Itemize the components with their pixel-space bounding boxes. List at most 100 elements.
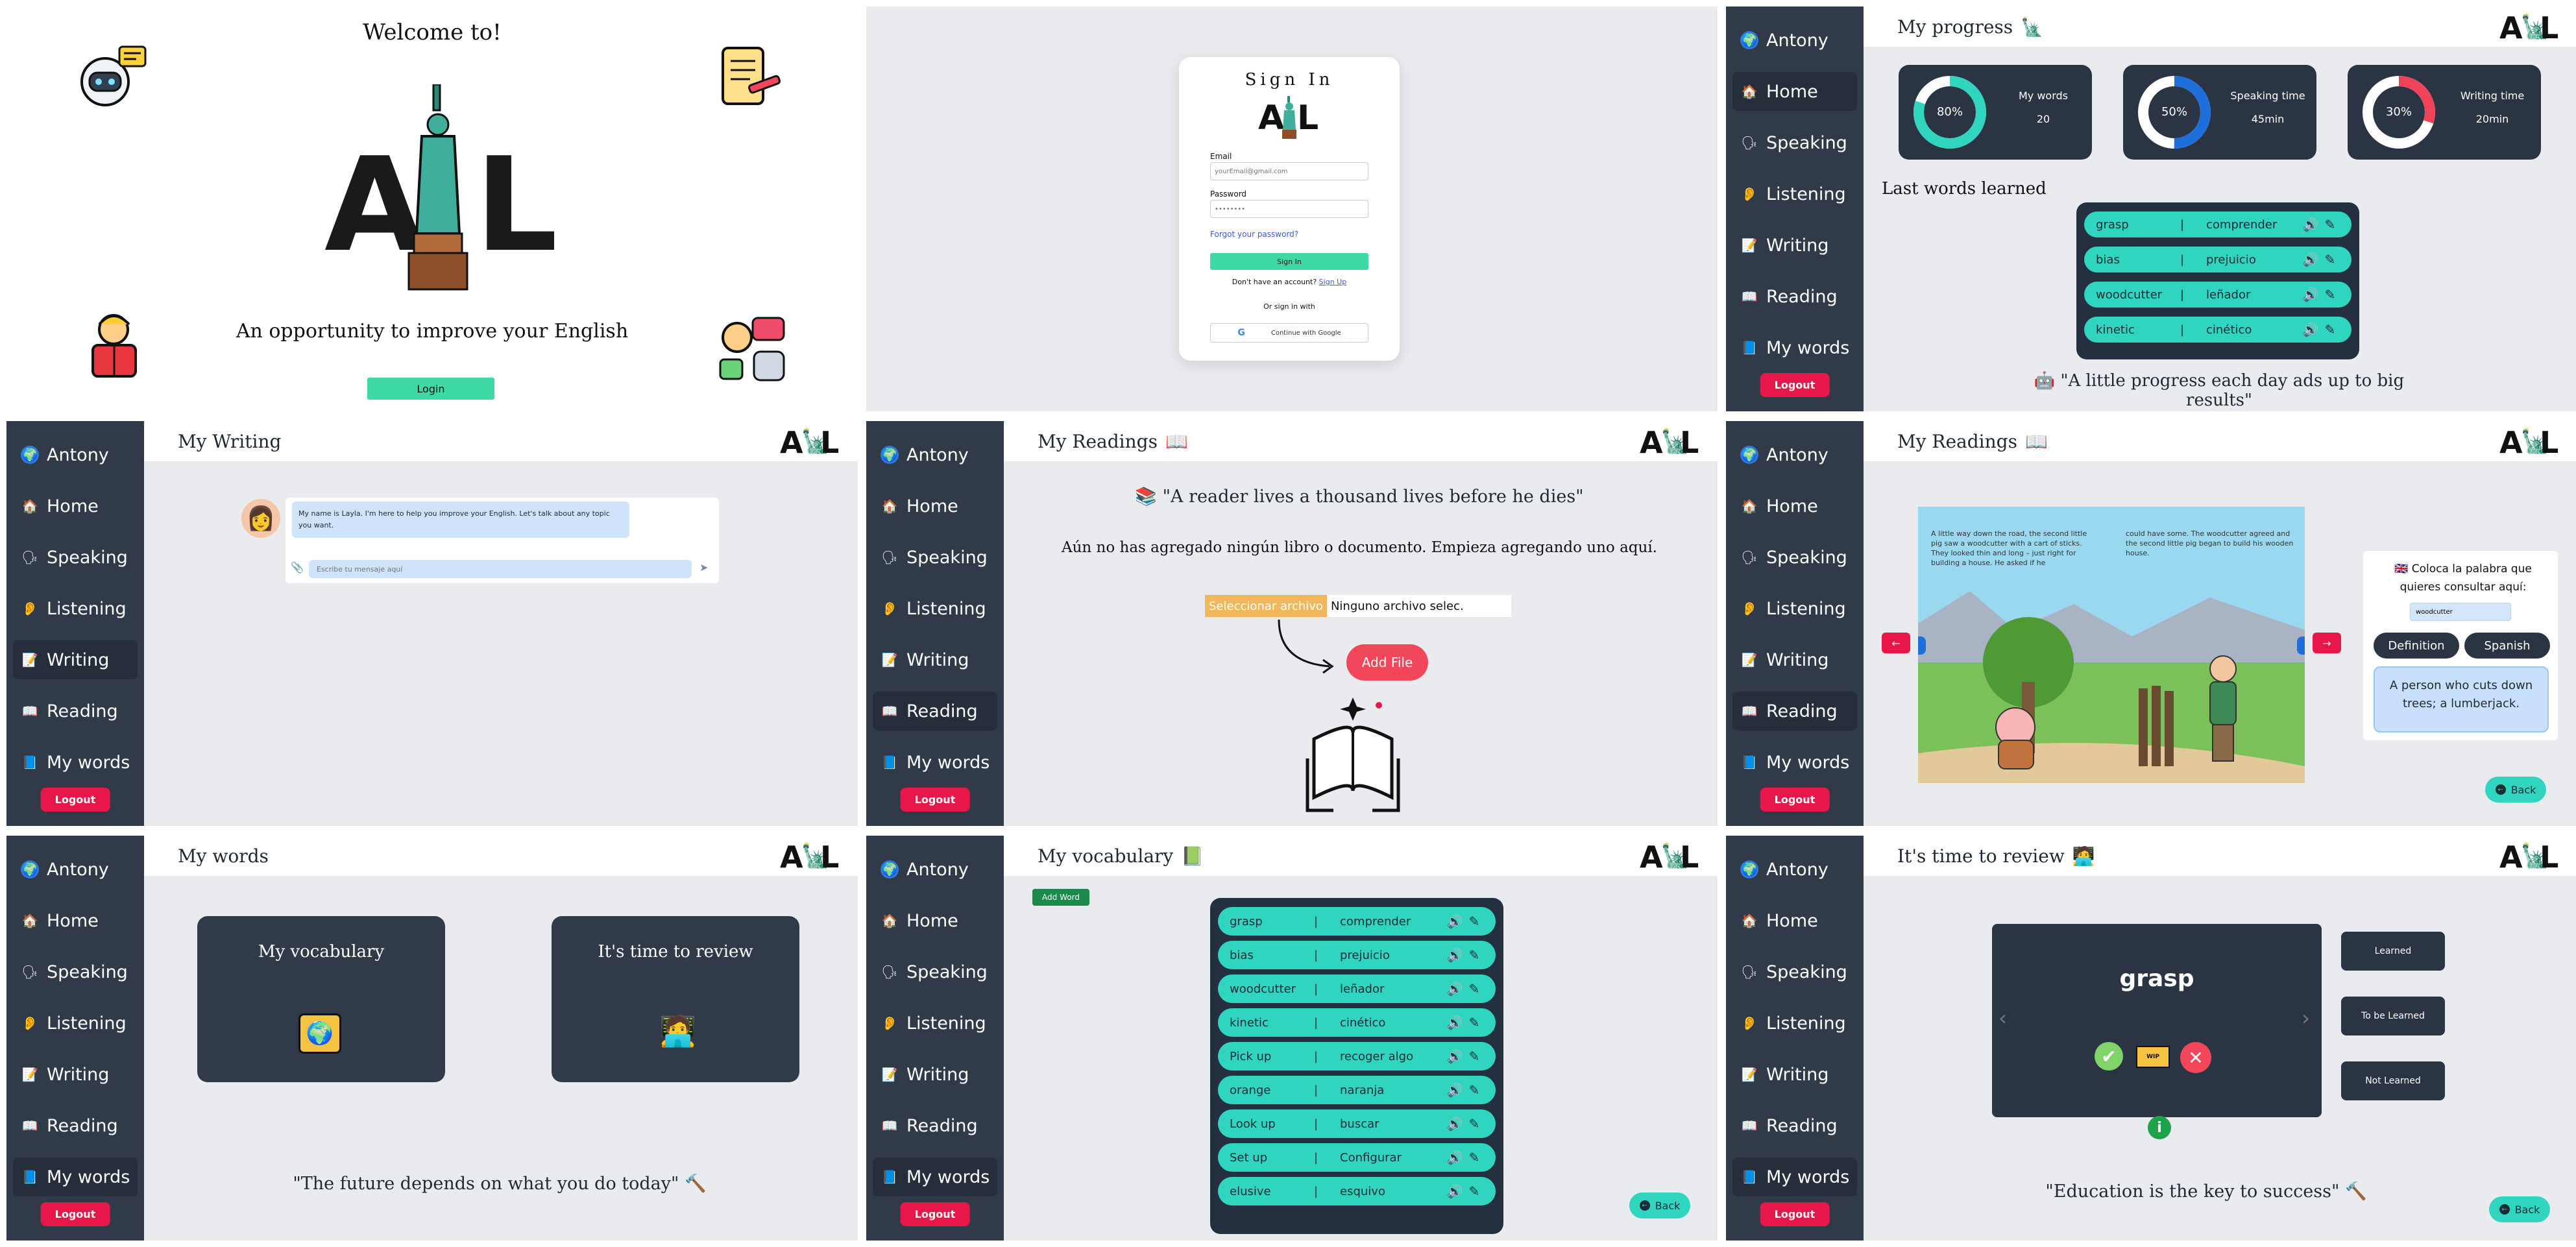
sidebar-item-listening[interactable]: 👂 Listening <box>1732 589 1857 628</box>
flashcard-prev[interactable]: ‹ <box>1999 1006 2007 1030</box>
prev-page-button[interactable]: ← <box>1882 633 1910 653</box>
login-button[interactable]: Login <box>367 378 494 400</box>
definition-button[interactable]: Definition <box>2374 633 2459 659</box>
sidebar-item-home[interactable]: 🏠 Home <box>13 487 138 526</box>
sidebar-item-writing[interactable]: 📝 Writing <box>1732 640 1857 679</box>
edit-icon[interactable]: ✎ <box>1464 947 1484 963</box>
signup-link[interactable]: Sign Up <box>1319 278 1347 286</box>
speaker-icon[interactable]: 🔊 <box>2301 217 2320 232</box>
speaker-icon[interactable]: 🔊 <box>1445 914 1464 929</box>
attach-icon[interactable]: 📎 <box>291 561 304 574</box>
edit-icon[interactable]: ✎ <box>2320 287 2340 302</box>
edit-icon[interactable]: ✎ <box>1464 914 1484 929</box>
speaker-icon[interactable]: 🔊 <box>1445 1082 1464 1098</box>
sidebar-item-speaking[interactable]: 🗣 Speaking <box>1732 952 1857 991</box>
logout-button[interactable]: Logout <box>1760 788 1830 812</box>
sidebar-item-speaking[interactable]: 🗣 Speaking <box>1732 123 1857 162</box>
sidebar-user[interactable]: 🌍 Antony <box>873 850 997 889</box>
sidebar-item-listening[interactable]: 👂 Listening <box>1732 175 1857 213</box>
sidebar-item-reading[interactable]: 📖 Reading <box>1732 692 1857 731</box>
edit-icon[interactable]: ✎ <box>1464 1150 1484 1165</box>
send-icon[interactable]: ➤ <box>699 561 708 574</box>
learned-button[interactable]: Learned <box>2341 932 2445 971</box>
speaker-icon[interactable]: 🔊 <box>2301 252 2320 267</box>
speaker-icon[interactable]: 🔊 <box>1445 1183 1464 1199</box>
edit-icon[interactable]: ✎ <box>1464 981 1484 997</box>
sidebar-item-speaking[interactable]: 🗣 Speaking <box>13 952 138 991</box>
back-button[interactable]: ← Back <box>2485 777 2546 803</box>
sidebar-user[interactable]: 🌍 Antony <box>13 435 138 474</box>
vocabulary-card[interactable]: My vocabulary 🌍 <box>197 916 445 1082</box>
google-button[interactable]: G Continue with Google <box>1210 323 1368 343</box>
sidebar-item-listening[interactable]: 👂 Listening <box>873 1004 997 1043</box>
sidebar-item-writing[interactable]: 📝 Writing <box>1732 226 1857 265</box>
info-icon[interactable]: i <box>2148 1116 2171 1139</box>
sidebar-user[interactable]: 🌍 Antony <box>1732 850 1857 889</box>
speaker-icon[interactable]: 🔊 <box>1445 1015 1464 1030</box>
speaker-icon[interactable]: 🔊 <box>2301 322 2320 337</box>
password-field[interactable] <box>1210 200 1368 218</box>
edit-icon[interactable]: ✎ <box>1464 1015 1484 1030</box>
sidebar-user[interactable]: 🌍 Antony <box>13 850 138 889</box>
sidebar-item-reading[interactable]: 📖 Reading <box>873 1106 997 1145</box>
sidebar-item-my-words[interactable]: 📘 My words <box>13 743 138 782</box>
next-page-button[interactable]: → <box>2313 633 2341 653</box>
flashcard-next[interactable]: › <box>2302 1006 2310 1030</box>
logout-button[interactable]: Logout <box>900 1202 970 1226</box>
sidebar-item-listening[interactable]: 👂 Listening <box>873 589 997 628</box>
edit-icon[interactable]: ✎ <box>2320 322 2340 337</box>
sidebar-item-home[interactable]: 🏠 Home <box>1732 487 1857 526</box>
to-be-learned-button[interactable]: To be Learned <box>2341 997 2445 1035</box>
speaker-icon[interactable]: 🔊 <box>1445 1150 1464 1165</box>
page-nav-right[interactable] <box>2297 636 2305 655</box>
dictionary-word-input[interactable] <box>2410 603 2511 621</box>
logout-button[interactable]: Logout <box>40 788 110 812</box>
sidebar-item-speaking[interactable]: 🗣 Speaking <box>1732 538 1857 577</box>
logout-button[interactable]: Logout <box>900 788 970 812</box>
check-icon[interactable]: ✔ <box>2095 1042 2123 1071</box>
sidebar-item-reading[interactable]: 📖 Reading <box>1732 277 1857 316</box>
edit-icon[interactable]: ✎ <box>1464 1082 1484 1098</box>
sidebar-item-writing[interactable]: 📝 Writing <box>873 640 997 679</box>
sidebar-item-reading[interactable]: 📖 Reading <box>13 692 138 731</box>
sidebar-user[interactable]: 🌍 Antony <box>1732 435 1857 474</box>
sidebar-item-my-words[interactable]: 📘 My words <box>13 1157 138 1196</box>
sidebar-item-listening[interactable]: 👂 Listening <box>1732 1004 1857 1043</box>
sidebar-item-speaking[interactable]: 🗣 Speaking <box>13 538 138 577</box>
sidebar-item-my-words[interactable]: 📘 My words <box>1732 743 1857 782</box>
logout-button[interactable]: Logout <box>1760 1202 1830 1226</box>
sidebar-item-writing[interactable]: 📝 Writing <box>13 640 138 679</box>
sidebar-item-reading[interactable]: 📖 Reading <box>13 1106 138 1145</box>
sidebar-item-reading[interactable]: 📖 Reading <box>873 692 997 731</box>
edit-icon[interactable]: ✎ <box>2320 252 2340 267</box>
edit-icon[interactable]: ✎ <box>1464 1048 1484 1064</box>
sidebar-user[interactable]: 🌍 Antony <box>873 435 997 474</box>
edit-icon[interactable]: ✎ <box>2320 217 2340 232</box>
sidebar-item-writing[interactable]: 📝 Writing <box>873 1055 997 1094</box>
sidebar-item-writing[interactable]: 📝 Writing <box>1732 1055 1857 1094</box>
sidebar-item-my-words[interactable]: 📘 My words <box>1732 328 1857 367</box>
logout-button[interactable]: Logout <box>40 1202 110 1226</box>
sidebar-item-writing[interactable]: 📝 Writing <box>13 1055 138 1094</box>
spanish-button[interactable]: Spanish <box>2464 633 2550 659</box>
speaker-icon[interactable]: 🔊 <box>1445 1048 1464 1064</box>
back-button[interactable]: ← Back <box>1629 1193 1690 1218</box>
work-in-progress-icon[interactable]: WIP <box>2136 1046 2170 1068</box>
sidebar-item-reading[interactable]: 📖 Reading <box>1732 1106 1857 1145</box>
sidebar-item-my-words[interactable]: 📘 My words <box>873 743 997 782</box>
sidebar-item-my-words[interactable]: 📘 My words <box>1732 1157 1857 1196</box>
sidebar-item-listening[interactable]: 👂 Listening <box>13 1004 138 1043</box>
sidebar-item-home[interactable]: 🏠 Home <box>13 901 138 940</box>
email-field[interactable] <box>1210 162 1368 180</box>
page-nav-left[interactable] <box>1918 636 1926 655</box>
back-button[interactable]: ← Back <box>2489 1196 2550 1222</box>
forgot-password-link[interactable]: Forgot your password? <box>1210 230 1298 239</box>
sidebar-item-speaking[interactable]: 🗣 Speaking <box>873 952 997 991</box>
logout-button[interactable]: Logout <box>1760 373 1830 397</box>
speaker-icon[interactable]: 🔊 <box>1445 947 1464 963</box>
speaker-icon[interactable]: 🔊 <box>1445 1116 1464 1132</box>
speaker-icon[interactable]: 🔊 <box>2301 287 2320 302</box>
add-file-button[interactable]: Add File <box>1346 644 1428 681</box>
sidebar-item-speaking[interactable]: 🗣 Speaking <box>873 538 997 577</box>
sidebar-item-home[interactable]: 🏠 Home <box>1732 72 1857 111</box>
